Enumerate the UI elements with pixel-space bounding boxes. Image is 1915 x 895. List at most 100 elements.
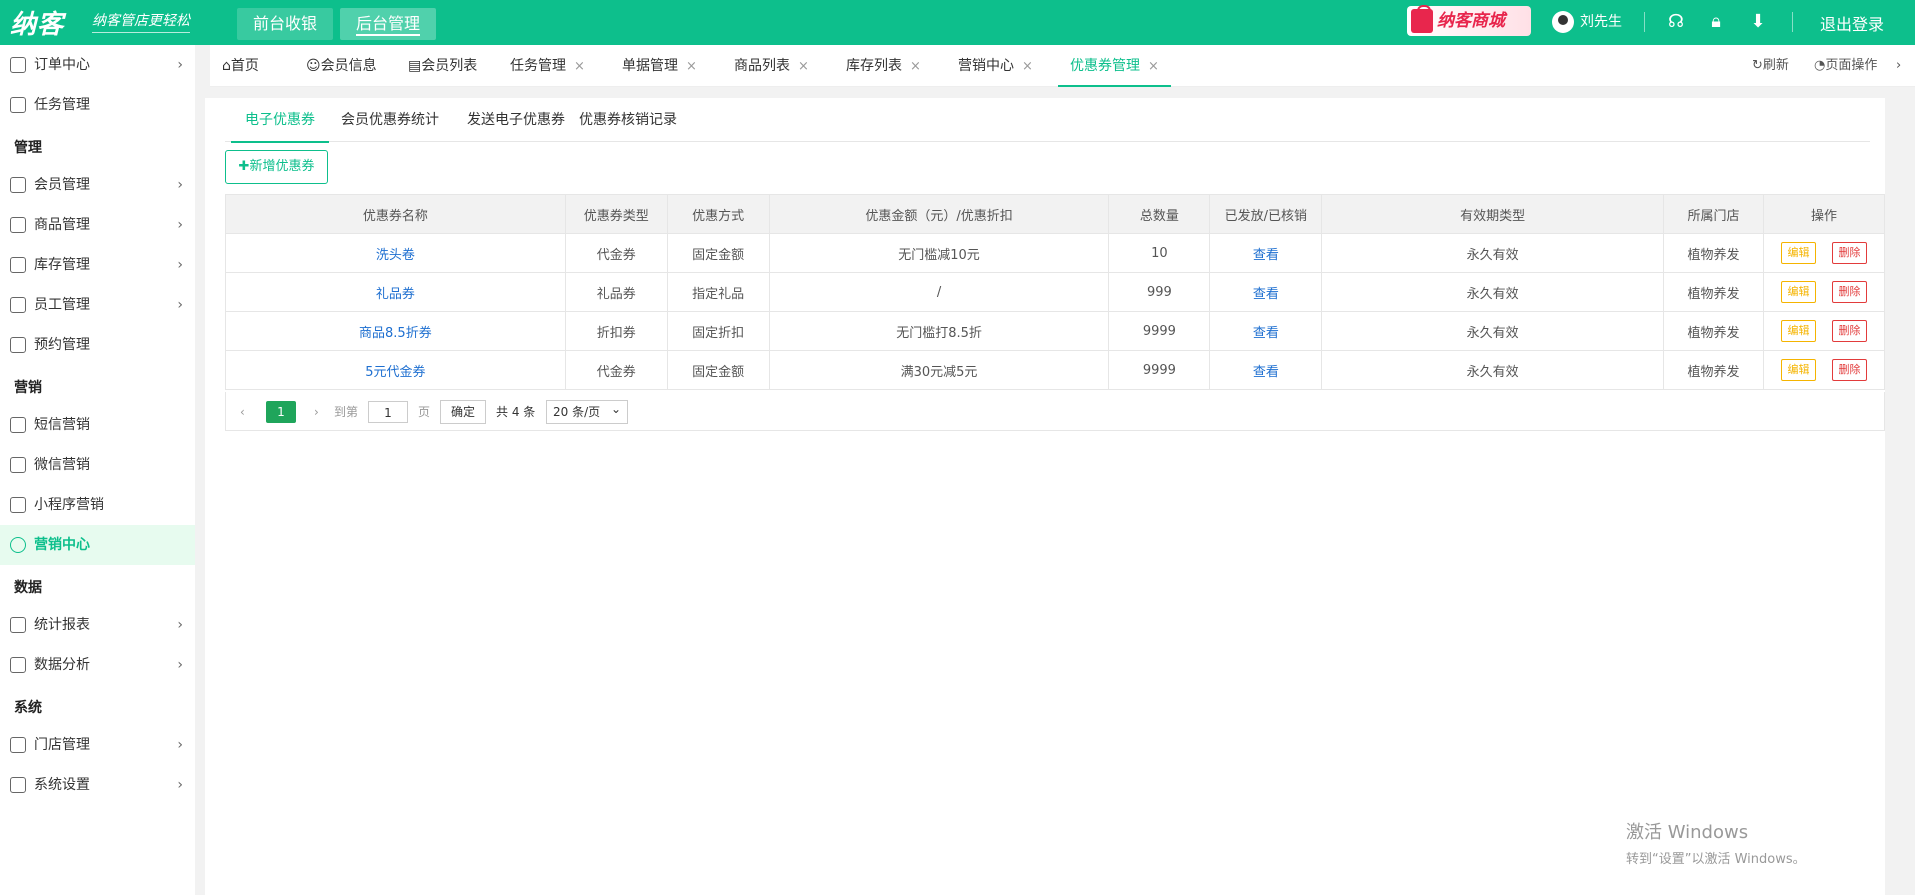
- edit-button[interactable]: 编辑: [1780, 281, 1816, 303]
- sidebar-section-system: 系统: [14, 700, 42, 716]
- tab-inventory-list[interactable]: 库存列表 ×: [846, 45, 921, 87]
- view-link[interactable]: 查看: [1209, 272, 1323, 312]
- subtab-e-coupons[interactable]: 电子优惠券: [231, 98, 329, 143]
- logout-button[interactable]: 退出登录: [1820, 11, 1884, 35]
- subtab-member-coupon-stats[interactable]: 会员优惠券统计: [341, 98, 439, 142]
- subtab-redemption-records[interactable]: 优惠券核销记录: [579, 98, 677, 142]
- sidebar-item-label: 商品管理: [34, 217, 90, 233]
- tab-product-list[interactable]: 商品列表 ×: [734, 45, 809, 87]
- sidebar-item-label: 小程序营销: [34, 497, 104, 513]
- sidebar-item-marketing-center[interactable]: 营销中心: [0, 525, 195, 565]
- delete-button[interactable]: 删除: [1831, 242, 1867, 264]
- coupon-name-link[interactable]: 礼品券: [225, 272, 566, 312]
- sidebar-item-member-management[interactable]: 会员管理 ›: [0, 165, 195, 205]
- sidebar-item-store-management[interactable]: 门店管理 ›: [0, 725, 195, 765]
- tab-label: 会员列表: [421, 58, 478, 74]
- coupon-name-link[interactable]: 洗头卷: [225, 233, 566, 273]
- divider: [1644, 12, 1645, 32]
- refresh-icon: ↻: [1752, 58, 1763, 73]
- chevron-right-icon[interactable]: ›: [1896, 45, 1901, 87]
- sidebar-item-task-management[interactable]: 任务管理: [0, 85, 195, 125]
- page-number-input[interactable]: 1: [368, 401, 408, 423]
- page-unit-label: 页: [418, 405, 431, 419]
- user-menu[interactable]: 刘先生: [1552, 11, 1622, 33]
- download-icon[interactable]: ⬇: [1746, 10, 1770, 34]
- sidebar-item-data-analysis[interactable]: 数据分析 ›: [0, 645, 195, 685]
- coupon-name-link[interactable]: 商品8.5折券: [225, 311, 566, 351]
- tab-member-list[interactable]: ▤会员列表: [408, 45, 477, 87]
- column-header: 优惠券名称: [225, 194, 566, 234]
- sidebar-item-miniprogram-marketing[interactable]: 小程序营销: [0, 485, 195, 525]
- crown-icon: [10, 177, 26, 193]
- page-operations-button[interactable]: ◔页面操作: [1814, 45, 1877, 87]
- tab-label: 单据管理: [622, 58, 678, 74]
- sidebar-item-product-management[interactable]: 商品管理 ›: [0, 205, 195, 245]
- sidebar-item-inventory-management[interactable]: 库存管理 ›: [0, 245, 195, 285]
- next-page-icon[interactable]: ›: [314, 401, 319, 423]
- view-link[interactable]: 查看: [1209, 350, 1323, 390]
- edit-button[interactable]: 编辑: [1780, 242, 1816, 264]
- delete-button[interactable]: 删除: [1831, 281, 1867, 303]
- sidebar-item-staff-management[interactable]: 员工管理 ›: [0, 285, 195, 325]
- coupon-store: 植物养发: [1663, 311, 1764, 351]
- tab-label: 优惠券管理: [1070, 58, 1140, 74]
- close-icon[interactable]: ×: [798, 59, 809, 74]
- tab-document-management[interactable]: 单据管理 ×: [622, 45, 697, 87]
- mall-button[interactable]: 纳客商城: [1407, 5, 1531, 36]
- subtab-send-e-coupons[interactable]: 发送电子优惠券: [467, 98, 565, 142]
- tab-backend-admin[interactable]: 后台管理: [340, 8, 437, 40]
- headset-icon[interactable]: ☊: [1664, 10, 1688, 34]
- top-bar: 纳客 纳客管店更轻松 前台收银 后台管理 纳客商城 刘先生 ☊ 🔒︎ ⬇ 退出登…: [0, 0, 1915, 45]
- tab-front-cashier[interactable]: 前台收银: [237, 8, 334, 40]
- row-actions: 编辑 删除: [1762, 311, 1886, 351]
- delete-button[interactable]: 删除: [1831, 359, 1867, 381]
- edit-button[interactable]: 编辑: [1780, 320, 1816, 342]
- view-link[interactable]: 查看: [1209, 311, 1323, 351]
- coupon-name-link[interactable]: 5元代金券: [225, 350, 566, 390]
- current-page[interactable]: 1: [266, 401, 296, 423]
- page-size-select[interactable]: 20 条/页: [546, 398, 628, 424]
- sidebar-item-order-center[interactable]: 订单中心 ›: [0, 45, 195, 85]
- edit-button[interactable]: 编辑: [1780, 359, 1816, 381]
- sidebar-item-wechat-marketing[interactable]: 微信营销: [0, 445, 195, 485]
- coupon-amount: 满30元减5元: [768, 350, 1110, 390]
- coupon-table: 优惠券名称 优惠券类型 优惠方式 优惠金额（元）/优惠折扣 总数量 已发放/已核…: [225, 194, 1886, 390]
- column-header: 优惠金额（元）/优惠折扣: [768, 194, 1110, 234]
- tab-home[interactable]: ⌂首页: [222, 45, 259, 87]
- tab-coupon-management[interactable]: 优惠券管理 ×: [1058, 45, 1171, 87]
- sidebar-item-sms-marketing[interactable]: 短信营销: [0, 405, 195, 445]
- close-icon[interactable]: ×: [574, 59, 585, 74]
- view-link[interactable]: 查看: [1209, 233, 1323, 273]
- chevron-right-icon: ›: [177, 177, 183, 193]
- close-icon[interactable]: ×: [1148, 59, 1159, 74]
- column-header: 已发放/已核销: [1209, 194, 1323, 234]
- page-tab-strip: ⌂首页 ☺会员信息 ▤会员列表 任务管理 × 单据管理 × 商品列表 × 库存列表 × …: [210, 45, 1915, 87]
- row-actions: 编辑 删除: [1762, 350, 1886, 390]
- refresh-button[interactable]: ↻刷新: [1752, 45, 1789, 87]
- coupon-total: 10: [1108, 233, 1211, 273]
- sidebar: 订单中心 › 任务管理 管理 会员管理 › 商品管理 › 库存管理 › 员工管理 › 预约…: [0, 45, 195, 895]
- sidebar-item-appointment-management[interactable]: 预约管理: [0, 325, 195, 365]
- prev-page-icon[interactable]: ‹: [240, 401, 245, 423]
- tab-marketing-center[interactable]: 营销中心 ×: [958, 45, 1033, 87]
- close-icon[interactable]: ×: [686, 59, 697, 74]
- coupon-type: 礼品券: [564, 272, 668, 312]
- close-icon[interactable]: ×: [1022, 59, 1033, 74]
- tab-task-management[interactable]: 任务管理 ×: [510, 45, 585, 87]
- chevron-right-icon: ›: [177, 737, 183, 753]
- close-icon[interactable]: ×: [910, 59, 921, 74]
- sidebar-item-system-settings[interactable]: 系统设置 ›: [0, 765, 195, 805]
- lock-icon[interactable]: 🔒︎: [1704, 10, 1728, 34]
- sidebar-item-label: 会员管理: [34, 177, 90, 193]
- confirm-page-button[interactable]: 确定: [440, 400, 486, 424]
- box-icon: [10, 257, 26, 273]
- sidebar-item-label: 数据分析: [34, 657, 90, 673]
- delete-button[interactable]: 删除: [1831, 320, 1867, 342]
- coupon-method: 指定礼品: [666, 272, 770, 312]
- task-icon: [10, 97, 26, 113]
- add-coupon-button[interactable]: ✚新增优惠券: [225, 150, 328, 184]
- tab-member-info[interactable]: ☺会员信息: [306, 45, 377, 87]
- sidebar-section-marketing: 营销: [14, 380, 42, 396]
- store-icon: [10, 737, 26, 753]
- sidebar-item-statistics-reports[interactable]: 统计报表 ›: [0, 605, 195, 645]
